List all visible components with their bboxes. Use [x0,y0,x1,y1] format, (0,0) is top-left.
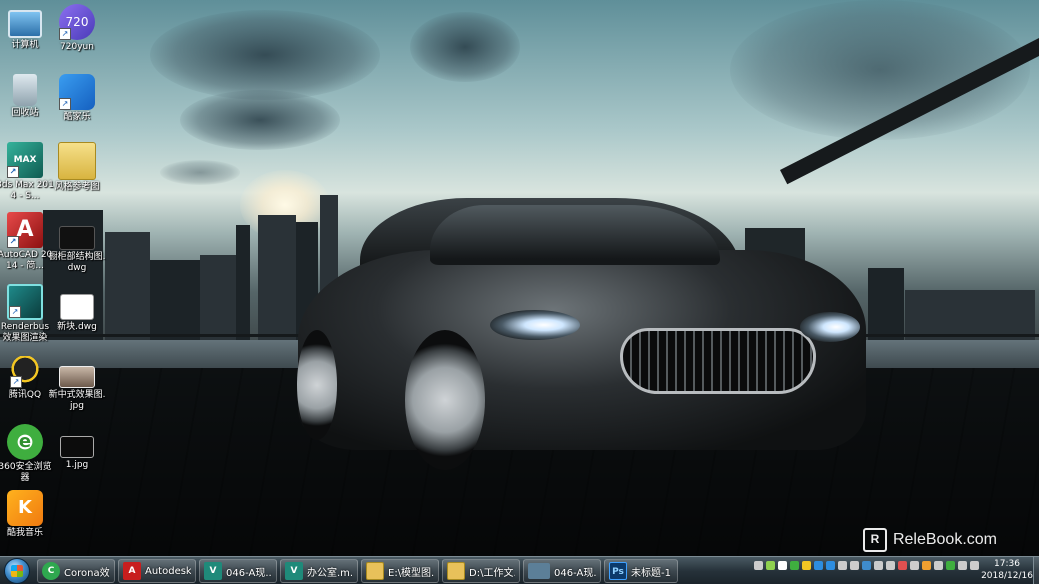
desktop-icon-renderbus[interactable]: ↗ Renderbus 效果图渲染 [0,284,54,344]
shortcut-arrow-icon: ↗ [9,306,21,318]
folder-icon [366,562,384,580]
kujiale-icon: ↗ [59,74,95,110]
shortcut-arrow-icon: ↗ [7,166,19,178]
desktop-icon-3dsmax[interactable]: MAX ↗ 3ds Max 2014 - S... [0,142,54,202]
watermark: R ReleBook.com [862,528,997,552]
vray-frame-buffer-icon: V [285,562,303,580]
autocad-icon: A [123,562,141,580]
desktop-icon-label: AutoCAD 2014 - 简... [0,250,53,271]
tray-icon-17[interactable] [958,561,967,570]
desktop-icon-label: 1.jpg [65,460,89,470]
tray-icon-2[interactable] [778,561,787,570]
desktop-icon-label: 720yun [60,42,94,52]
desktop-icon-label: 新中式效果图.jpg [48,390,106,411]
corona-icon: C [42,562,60,580]
shortcut-arrow-icon: ↗ [7,236,19,248]
720yun-icon: 720 ↗ [59,4,95,40]
watermark-text: ReleBook.com [892,531,997,548]
tray-icon-11[interactable] [886,561,895,570]
dwg-file-icon [60,294,94,320]
desktop-icon-label: 腾讯QQ [8,390,42,400]
tray-icon-15[interactable] [934,561,943,570]
qq-penguin-icon: ↗ [10,356,40,388]
desktop-icon-xinkuai-dwg[interactable]: 新块.dwg [48,294,106,333]
shortcut-arrow-icon: ↗ [59,98,71,110]
360-browser-icon: e [7,424,43,460]
3dsmax-icon: MAX ↗ [7,142,43,178]
desktop-icon-label: 酷我音乐 [6,528,43,538]
desktop-icon-autocad[interactable]: A ↗ AutoCAD 2014 - 简... [0,212,54,272]
desktop-icon-label: 360安全浏览器 [0,462,52,483]
start-button[interactable] [0,557,34,584]
desktop-icon-computer[interactable]: 计算机 [0,6,54,51]
tray-icon-13[interactable] [910,561,919,570]
desktop-icon-label: 风格参考图 [54,182,100,192]
taskbar-button-image-viewer[interactable]: 046-A现... [523,559,601,583]
windows-logo-icon [4,558,30,584]
desktop-icon-recycle-bin[interactable]: 回收站 [0,74,54,119]
desktop[interactable]: 计算机 回收站 MAX ↗ 3ds Max 2014 - S... A ↗ Au… [0,0,1039,584]
tray-icon-0[interactable] [754,561,763,570]
dwg-file-icon [59,226,95,250]
folder-icon [58,142,96,180]
tray-icon-3[interactable] [790,561,799,570]
desktop-icon-kujiale[interactable]: ↗ 酷家乐 [48,74,106,123]
taskbar-button-vray-046[interactable]: V 046-A现... [199,559,277,583]
desktop-icon-label: 计算机 [11,40,39,50]
shortcut-arrow-icon: ↗ [10,376,22,388]
kuwo-music-icon: K [7,490,43,526]
desktop-icon-1-jpg[interactable]: 1.jpg [48,436,106,471]
desktop-icon-label: Renderbus 效果图渲染 [0,322,50,343]
tray-icon-4[interactable] [802,561,811,570]
image-viewer-icon [528,563,550,579]
vray-frame-buffer-icon: V [204,562,222,580]
desktop-icon-label: 3ds Max 2014 - S... [0,180,54,201]
folder-icon [447,562,465,580]
tray-icon-16[interactable] [946,561,955,570]
desktop-icon-style-folder[interactable]: 风格参考图 [48,142,106,193]
taskbar-button-corona[interactable]: C Corona效... [37,559,115,583]
tray-icon-6[interactable] [826,561,835,570]
shortcut-arrow-icon: ↗ [59,28,71,40]
tray-icon-18[interactable] [970,561,979,570]
desktop-icon-720yun[interactable]: 720 ↗ 720yun [48,4,106,53]
image-file-icon [60,436,94,458]
recycle-bin-icon [13,74,37,106]
desktop-icon-label: 回收站 [11,108,39,118]
tray-icon-12[interactable] [898,561,907,570]
tray-icon-14[interactable] [922,561,931,570]
relebook-logo-icon: R [862,528,887,552]
tray-icon-10[interactable] [874,561,883,570]
desktop-icon-kuwo[interactable]: K 酷我音乐 [0,490,54,539]
desktop-icon-label: 酷家乐 [63,112,91,122]
desktop-icon-xinzhongshi-jpg[interactable]: 新中式效果图.jpg [48,366,106,412]
desktop-icon-qq[interactable]: ↗ 腾讯QQ [0,356,54,401]
clock[interactable]: 17:36 2018/12/16 [981,558,1033,582]
taskbar-button-photoshop[interactable]: Ps 未标题-1 ... [604,559,678,583]
tray-icon-9[interactable] [862,561,871,570]
renderbus-icon: ↗ [7,284,43,320]
system-tray [754,561,979,570]
taskbar-button-folder-d[interactable]: D:\工作文... [442,559,520,583]
tray-icon-7[interactable] [838,561,847,570]
clock-date: 2018/12/16 [981,571,1033,581]
photoshop-icon: Ps [609,562,627,580]
taskbar-button-folder-e[interactable]: E:\模型图... [361,559,439,583]
taskbar-button-office-max[interactable]: V 办公室.m... [280,559,358,583]
desktop-icon-cabinet-dwg[interactable]: 橱柜部结构图.dwg [48,226,106,274]
clock-time: 17:36 [994,559,1020,569]
tray-icon-5[interactable] [814,561,823,570]
taskbar: C Corona效... A Autodesk... V 046-A现... V… [0,556,1039,584]
taskbar-button-autodesk[interactable]: A Autodesk... [118,559,196,583]
desktop-icon-label: 新块.dwg [57,322,97,332]
desktop-icon-360-browser[interactable]: e 360安全浏览器 [0,424,54,484]
tray-icon-8[interactable] [850,561,859,570]
show-desktop-button[interactable] [1033,557,1039,584]
computer-icon [8,10,42,38]
desktop-icon-label: 橱柜部结构图.dwg [48,252,106,273]
image-file-icon [59,366,95,388]
tray-icon-1[interactable] [766,561,775,570]
autocad-icon: A ↗ [7,212,43,248]
